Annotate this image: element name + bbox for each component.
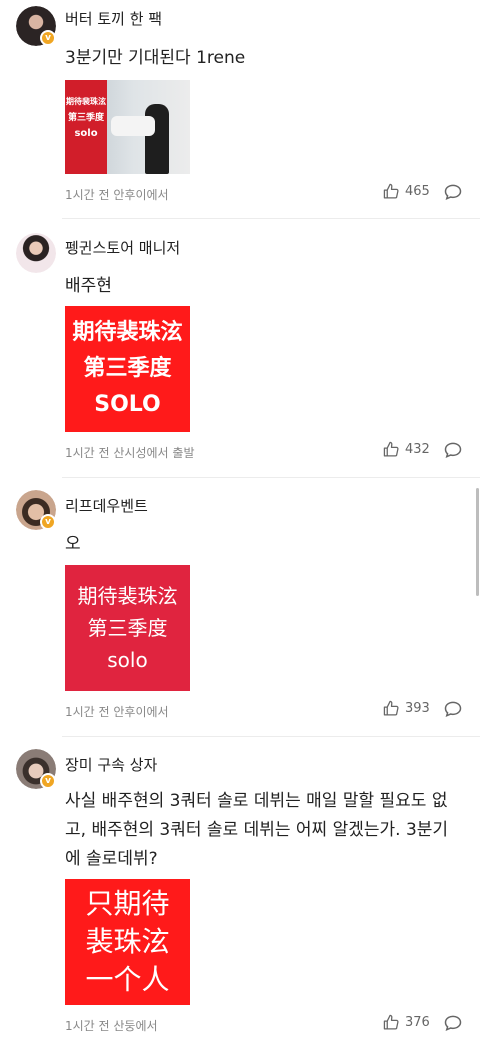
scrollbar[interactable] xyxy=(476,488,479,596)
image-person xyxy=(145,104,169,174)
comment-meta: 1시간 전 안후이에서 xyxy=(65,705,169,719)
image-text-line: 期待裴珠泫 xyxy=(66,97,106,106)
comment-text: 3분기만 기대된다 1rene xyxy=(65,48,246,68)
image-text-line: 裴珠泫 xyxy=(85,925,170,958)
like-button[interactable]: 432 xyxy=(383,441,430,458)
verified-badge-icon: v xyxy=(40,30,56,46)
comment-image[interactable]: 只期待 裴珠泫 一个人 xyxy=(65,879,190,1005)
image-text-line: 第三季度 xyxy=(87,616,168,640)
image-text-line: 只期待 xyxy=(85,887,170,920)
comment-item: 펭귄스토어 매니저 배주현 期待裴珠泫 第三季度 SOLO 1시간 전 산시성에… xyxy=(0,219,480,477)
comment-item: v 버터 토끼 한 팩 3분기만 기대된다 1rene 期待裴珠泫 第三季度 s… xyxy=(0,0,480,218)
speech-bubble-icon[interactable] xyxy=(443,699,463,719)
comment-item: v 리프데우벤트 오 期待裴珠泫 第三季度 solo 1시간 전 안후이에서 3… xyxy=(0,478,480,736)
image-text-line: SOLO xyxy=(94,392,161,417)
like-button[interactable]: 393 xyxy=(383,700,430,717)
username[interactable]: 펭귄스토어 매니저 xyxy=(65,237,180,258)
like-button[interactable]: 376 xyxy=(383,1014,430,1031)
image-text-line: solo xyxy=(74,128,98,139)
comment-image[interactable]: 期待裴珠泫 第三季度 SOLO xyxy=(65,306,190,432)
username[interactable]: 버터 토끼 한 팩 xyxy=(65,8,162,29)
image-text-line: 一个人 xyxy=(85,963,170,996)
thumbs-up-icon xyxy=(383,183,399,199)
username[interactable]: 장미 구속 상자 xyxy=(65,754,157,775)
comment-meta: 1시간 전 산둥에서 xyxy=(65,1019,158,1033)
verified-badge-icon: v xyxy=(40,773,56,789)
verified-badge-icon: v xyxy=(40,514,56,530)
comment-item: v 장미 구속 상자 사실 배주현의 3쿼터 솔로 데뷔는 매일 말할 필요도 … xyxy=(0,737,480,1039)
thumbs-up-icon xyxy=(383,1014,399,1030)
comment-text: 사실 배주현의 3쿼터 솔로 데뷔는 매일 말할 필요도 없고, 배주현의 3쿼… xyxy=(65,791,449,869)
like-count: 393 xyxy=(405,701,430,716)
like-count: 465 xyxy=(405,184,430,199)
like-button[interactable]: 465 xyxy=(383,183,430,200)
speech-bubble-icon[interactable] xyxy=(443,182,463,202)
comment-text: 오 xyxy=(65,534,81,554)
thumbs-up-icon xyxy=(383,700,399,716)
image-text-line: 第三季度 xyxy=(83,356,172,381)
comment-image[interactable]: 期待裴珠泫 第三季度 solo xyxy=(65,80,190,174)
username[interactable]: 리프데우벤트 xyxy=(65,495,148,516)
image-text-line: 第三季度 xyxy=(67,113,104,123)
image-text-line: 期待裴珠泫 xyxy=(77,584,178,608)
image-car xyxy=(111,116,155,136)
comment-meta: 1시간 전 안후이에서 xyxy=(65,188,169,202)
avatar[interactable] xyxy=(16,233,56,273)
comment-text: 배주현 xyxy=(65,276,112,296)
thumbs-up-icon xyxy=(383,441,399,457)
image-text-line: 期待裴珠泫 xyxy=(72,320,183,345)
like-count: 376 xyxy=(405,1015,430,1030)
image-text-line: solo xyxy=(107,648,148,672)
speech-bubble-icon[interactable] xyxy=(443,440,463,460)
speech-bubble-icon[interactable] xyxy=(443,1013,463,1033)
like-count: 432 xyxy=(405,442,430,457)
comment-meta: 1시간 전 산시성에서 출발 xyxy=(65,446,195,460)
comment-image[interactable]: 期待裴珠泫 第三季度 solo xyxy=(65,565,190,691)
